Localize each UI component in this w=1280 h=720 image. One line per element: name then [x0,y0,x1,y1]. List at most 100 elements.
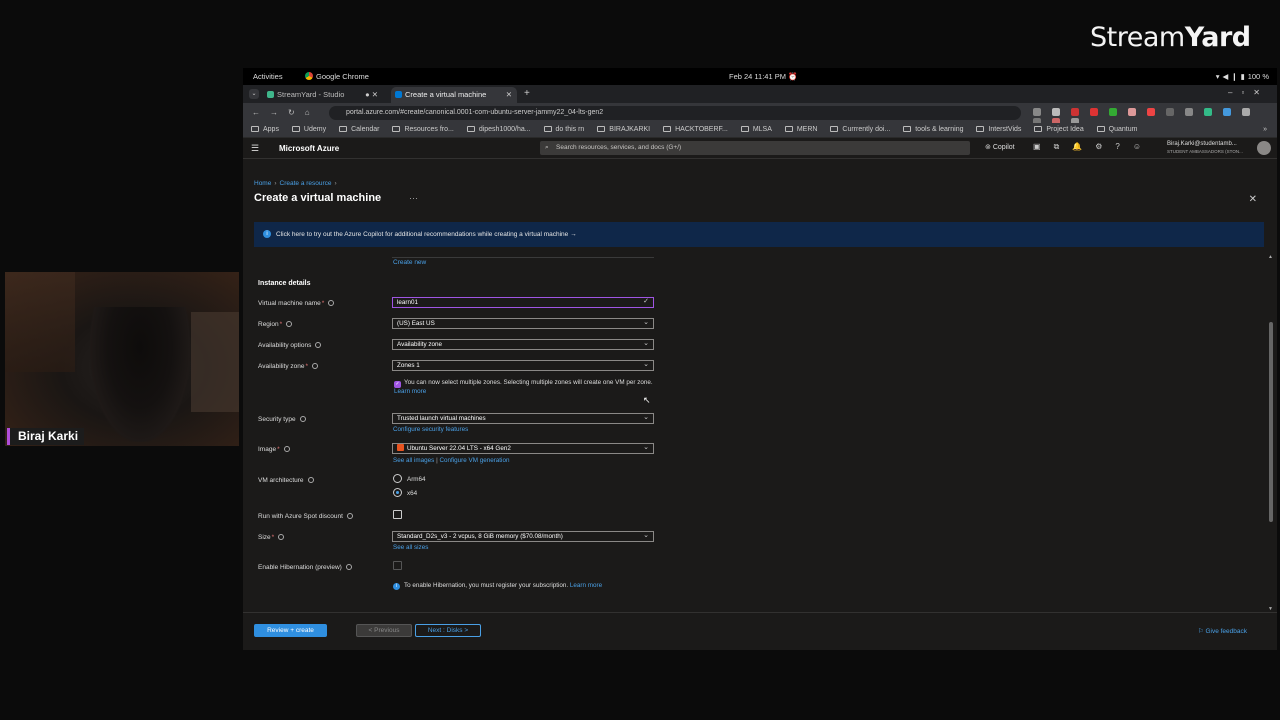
chevron-down-icon: ⌄ [643,414,649,421]
scrollbar-thumb[interactable] [1269,322,1273,522]
tab-search-icon[interactable]: ⌄ [249,89,259,99]
account-info[interactable]: Biraj.Karki@studentamb... STUDENT AMBASSA… [1167,140,1243,156]
availability-options-label: Availability options [258,342,322,349]
learn-more-link[interactable]: Learn more [394,388,426,395]
system-tray[interactable]: ▾◀❙▮100 % [1216,72,1269,81]
bookmark-item[interactable]: Resources fro... [392,123,454,137]
image-select[interactable]: Ubuntu Server 22.04 LTS - x64 Gen2 ⌄ [392,443,654,454]
see-all-sizes-link[interactable]: See all sizes [393,544,428,551]
azure-header-icons[interactable]: ▣⧉🔔⚙?☺ [1033,142,1154,152]
check-icon: ✓ [643,298,649,305]
bookmark-item[interactable]: InterstVids [976,123,1021,137]
bookmark-item[interactable]: tools & learning [903,123,964,137]
copilot-button[interactable]: ⊚ Copilot [985,143,1015,151]
hamburger-menu-icon[interactable]: ☰ [251,143,259,154]
learn-more-link[interactable]: Learn more [570,582,602,589]
minimize-icon: – [1228,88,1242,97]
chevron-down-icon: ⌄ [643,319,649,326]
review-create-button[interactable]: Review + create [254,624,327,637]
bookmark-item[interactable]: do this rn [543,123,584,137]
scroll-up-icon: ▲ [1268,254,1273,260]
url-input[interactable]: portal.azure.com/#create/canonical.0001-… [329,106,1021,120]
bookmark-item[interactable]: Apps [251,123,279,137]
breadcrumb-home[interactable]: Home [254,180,271,187]
configure-security-link[interactable]: Configure security features [393,426,468,433]
bookmark-item[interactable]: dipesh1000/ha... [466,123,531,137]
reload-icon: ↻ [288,108,305,117]
notifications-icon: 🔔 [1072,142,1096,151]
more-options-icon[interactable]: ··· [409,193,418,203]
settings-icon: ⚙ [1095,142,1116,151]
instance-details-form: Create new Instance details Virtual mach… [243,254,1267,612]
wifi-icon: ▾ [1215,72,1223,81]
new-tab-icon[interactable]: + [524,88,530,99]
next-disks-button[interactable]: Next : Disks > [415,624,481,637]
security-type-label: Security type [258,416,306,423]
window-controls[interactable]: –▫✕ [1228,88,1269,97]
vm-name-input[interactable]: learn01 ✓ [392,297,654,308]
info-icon [315,342,322,348]
arch-radio-arm64[interactable]: Arm64 [393,474,426,483]
background-board [191,312,239,412]
extension-icons[interactable] [1033,108,1277,126]
bookmarks-bar: Apps Udemy Calendar Resources fro... dip… [243,123,1277,138]
app-name: Google Chrome [316,72,369,81]
spot-discount-label: Run with Azure Spot discount [258,513,353,520]
bookmark-item[interactable]: Calendar [339,123,379,137]
streamyard-stage: StreamYard Biraj Karki Activities Google… [0,0,1280,720]
size-select[interactable]: Standard_D2s_v3 - 2 vcpus, 8 GiB memory … [392,531,654,542]
address-toolbar: ←→↻⌂ portal.azure.com/#create/canonical.… [243,103,1277,126]
directory-icon: ⧉ [1053,142,1073,151]
breadcrumb-create-resource[interactable]: Create a resource [280,180,332,187]
chevron-down-icon: ⌄ [643,444,649,451]
clock[interactable]: Feb 24 11:41 PM ⏰ [729,72,797,81]
extension-icon [1090,108,1098,116]
vertical-scrollbar[interactable]: ▲ ▼ [1268,254,1274,612]
activities-button[interactable]: Activities [253,72,283,81]
bookmark-item[interactable]: BIRAJKARKI [597,123,650,137]
previous-button[interactable]: < Previous [356,624,412,637]
see-all-images-link[interactable]: See all images [393,457,434,464]
hibernation-checkbox[interactable] [393,561,402,570]
create-new-link[interactable]: Create new [393,259,426,266]
tab-streamyard-studio[interactable]: StreamYard - Studio ● ✕ [263,87,383,103]
bookmark-item[interactable]: Udemy [291,123,326,137]
star-icon [1052,108,1060,116]
chevron-down-icon: ⌄ [643,340,649,347]
close-icon[interactable]: ✕ [1249,194,1257,205]
volume-icon: ◀ [1222,72,1232,81]
arch-radio-x64[interactable]: x64 [393,488,417,497]
region-select[interactable]: (US) East US ⌄ [392,318,654,329]
bookmark-item[interactable]: Project Idea [1034,123,1084,137]
help-icon: ? [1115,142,1133,151]
app-indicator: Google Chrome [305,72,369,81]
configure-vm-generation-link[interactable]: Configure VM generation [439,457,509,464]
bookmark-item[interactable]: Quantum [1096,123,1137,137]
azure-brand[interactable]: Microsoft Azure [279,144,339,153]
tab-create-vm[interactable]: Create a virtual machine ✕ [391,87,517,103]
hibernation-label: Enable Hibernation (preview) [258,564,352,571]
bookmark-item[interactable]: MERN [784,123,817,137]
extension-icon [1166,108,1174,116]
spot-discount-checkbox[interactable] [393,510,402,519]
bookmark-item[interactable]: MLSA [740,123,772,137]
bookmark-item[interactable]: Currrently doi... [830,123,890,137]
give-feedback-link[interactable]: ⚐ Give feedback [1198,627,1247,635]
image-label: Image* [258,446,290,453]
bookmark-item[interactable]: HACKTOBERF... [663,123,728,137]
availability-zone-select[interactable]: Zones 1 ⌄ [392,360,654,371]
nav-buttons[interactable]: ←→↻⌂ [252,108,320,117]
user-email: Biraj.Karki@studentamb... [1167,141,1237,147]
tab-close-icon[interactable]: ● ✕ [365,87,378,103]
availability-options-select[interactable]: Availability zone ⌄ [392,339,654,350]
copilot-banner[interactable]: i Click here to try out the Azure Copilo… [254,222,1264,247]
os-top-bar: Activities Google Chrome Feb 24 11:41 PM… [243,68,1277,85]
region-label: Region* [258,321,293,328]
avatar[interactable] [1257,141,1271,155]
radio-icon [393,474,402,483]
security-type-select[interactable]: Trusted launch virtual machines ⌄ [392,413,654,424]
tab-close-icon[interactable]: ✕ [506,87,512,103]
azure-search-input[interactable]: ⌕ Search resources, services, and docs (G… [540,141,970,155]
bookmarks-overflow-icon[interactable]: » [1263,123,1267,137]
browser-tab-strip: ⌄ StreamYard - Studio ● ✕ Create a virtu… [243,85,1277,103]
